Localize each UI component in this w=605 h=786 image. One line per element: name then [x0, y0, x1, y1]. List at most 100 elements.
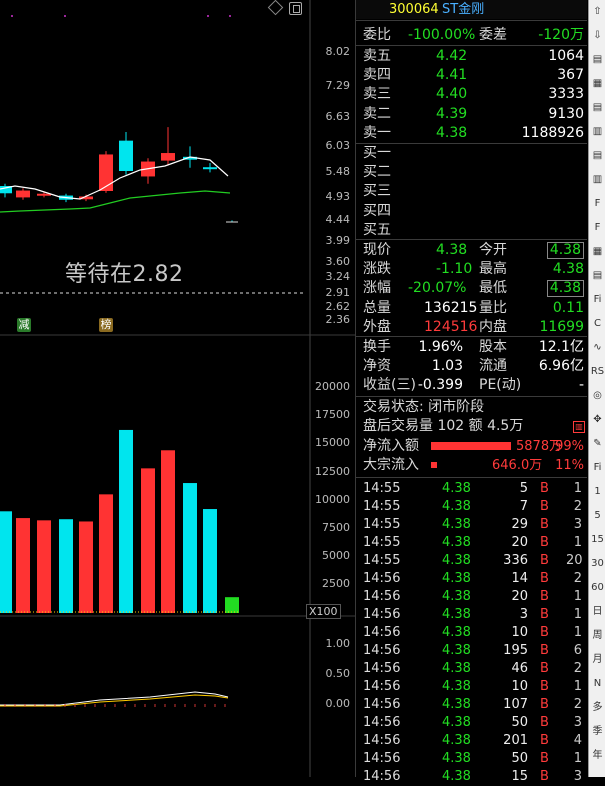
tick-row[interactable]: 14:56 4.38 15 B 3 — [356, 768, 587, 786]
toolbar-button[interactable]: ▥ — [590, 124, 605, 140]
toolbar-button[interactable]: ▤ — [590, 52, 605, 68]
ask-label: 卖二 — [363, 105, 391, 122]
tick-row[interactable]: 14:55 4.38 336 B 20 — [356, 552, 587, 570]
toolbar-button[interactable]: 多 — [590, 700, 605, 716]
tick-volume: 336 — [503, 553, 528, 568]
toolbar-button[interactable]: ◎ — [590, 388, 605, 404]
tick-row[interactable]: 14:56 4.38 10 B 1 — [356, 624, 587, 642]
toolbar-button[interactable]: C — [590, 316, 605, 332]
tick-count: 3 — [573, 715, 582, 730]
divider — [356, 477, 587, 478]
marker-dot — [11, 15, 13, 17]
tick-row[interactable]: 14:55 4.38 29 B 3 — [356, 516, 587, 534]
price-axis-label: 2.36 — [325, 313, 351, 326]
bid-row[interactable]: 买五 — [356, 221, 587, 240]
ask-volume: 9130 — [548, 105, 584, 122]
tick-volume: 10 — [511, 625, 528, 640]
volume-bar — [99, 494, 113, 613]
volume-bar — [141, 468, 155, 613]
tick-side: B — [540, 553, 549, 568]
tick-row[interactable]: 14:55 4.38 5 B 1 — [356, 480, 587, 498]
toolbar-button[interactable]: 5 — [590, 508, 605, 524]
tick-row[interactable]: 14:56 4.38 46 B 2 — [356, 660, 587, 678]
volume-axis-label: 7500 — [322, 521, 350, 534]
tag-rank[interactable]: 榜 — [99, 318, 113, 332]
toolbar-button[interactable]: 季 — [590, 724, 605, 740]
block-inflow-value: 646.0万 — [492, 458, 543, 473]
tick-row[interactable]: 14:56 4.38 3 B 1 — [356, 606, 587, 624]
ask-row[interactable]: 卖五 4.42 1064 — [356, 47, 587, 66]
volume-bar — [183, 483, 197, 613]
tick-time: 14:55 — [363, 499, 401, 514]
tick-row[interactable]: 14:56 4.38 50 B 3 — [356, 714, 587, 732]
volume-axis-label: 20000 — [315, 380, 350, 393]
toolbar-button[interactable]: ▤ — [590, 100, 605, 116]
tick-volume: 201 — [503, 733, 528, 748]
toolbar-button[interactable]: F — [590, 196, 605, 212]
ask-row[interactable]: 卖四 4.41 367 — [356, 66, 587, 85]
toolbar-button[interactable]: ✥ — [590, 412, 605, 428]
tick-row[interactable]: 14:56 4.38 201 B 4 — [356, 732, 587, 750]
tick-row[interactable]: 14:55 4.38 7 B 2 — [356, 498, 587, 516]
toolbar-button[interactable]: ✎ — [590, 436, 605, 452]
toolbar-button[interactable]: ▤ — [590, 148, 605, 164]
tick-time: 14:56 — [363, 643, 401, 658]
ask-row[interactable]: 卖三 4.40 3333 — [356, 85, 587, 104]
tick-side: B — [540, 733, 549, 748]
fundamental-label: PE(动) — [479, 377, 522, 394]
tick-row[interactable]: 14:56 4.38 10 B 1 — [356, 678, 587, 696]
toolbar-button[interactable]: ⇩ — [590, 28, 605, 44]
bid-row[interactable]: 买二 — [356, 163, 587, 182]
toolbar-button[interactable]: ▤ — [590, 268, 605, 284]
tick-price: 4.38 — [442, 697, 471, 712]
chart-panel[interactable]: 等待在2.82 减 榜 X100 8.02 7.29 6.63 6.03 5.48 4.9… — [0, 0, 355, 777]
tick-side: B — [540, 535, 549, 550]
stock-header[interactable]: 300064 ST金刚 — [356, 0, 587, 19]
fundamental-value: 1.96% — [418, 339, 463, 355]
bid-label: 买二 — [363, 164, 391, 181]
restore-window-icon[interactable] — [289, 2, 302, 15]
price-axis-label: 3.99 — [325, 234, 351, 247]
tick-row[interactable]: 14:55 4.38 20 B 1 — [356, 534, 587, 552]
tick-row[interactable]: 14:56 4.38 107 B 2 — [356, 696, 587, 714]
volume-bar — [0, 511, 12, 613]
tick-row[interactable]: 14:56 4.38 50 B 1 — [356, 750, 587, 768]
tick-count: 1 — [573, 535, 582, 550]
tick-row[interactable]: 14:56 4.38 20 B 1 — [356, 588, 587, 606]
toolbar-button[interactable]: RS — [590, 364, 605, 380]
toolbar-button[interactable]: ▦ — [590, 76, 605, 92]
toolbar-button[interactable]: 年 — [590, 748, 605, 764]
tick-count: 1 — [573, 679, 582, 694]
toolbar-button[interactable]: 周 — [590, 628, 605, 644]
tick-time: 14:55 — [363, 553, 401, 568]
toolbar-button[interactable]: N — [590, 676, 605, 692]
chart-icon[interactable]: ▥ — [573, 421, 585, 433]
toolbar-button[interactable]: 30 — [590, 556, 605, 572]
bid-row[interactable]: 买三 — [356, 182, 587, 201]
toolbar-button[interactable]: ⇧ — [590, 4, 605, 20]
stat-label: 内盘 — [479, 318, 507, 335]
fundamental-value: 12.1亿 — [538, 339, 584, 355]
bid-row[interactable]: 买一 — [356, 144, 587, 163]
tick-row[interactable]: 14:56 4.38 195 B 6 — [356, 642, 587, 660]
toolbar-button[interactable]: 月 — [590, 652, 605, 668]
fundamental-value: - — [578, 377, 584, 394]
toolbar-button[interactable]: 1 — [590, 484, 605, 500]
tag-reduce[interactable]: 减 — [17, 318, 31, 332]
toolbar-button[interactable]: 日 — [590, 604, 605, 620]
toolbar-button[interactable]: ∿ — [590, 340, 605, 356]
toolbar-button[interactable]: ▥ — [590, 172, 605, 188]
ask-price: 4.38 — [436, 124, 468, 141]
ask-row[interactable]: 卖一 4.38 1188926 — [356, 124, 587, 143]
toolbar-button[interactable]: Fi — [590, 460, 605, 476]
toolbar-button[interactable]: 60 — [590, 580, 605, 596]
tick-row[interactable]: 14:56 4.38 14 B 2 — [356, 570, 587, 588]
toolbar-button[interactable]: ▦ — [590, 244, 605, 260]
toolbar-button[interactable]: Fi — [590, 292, 605, 308]
ask-row[interactable]: 卖二 4.39 9130 — [356, 105, 587, 124]
toolbar-button[interactable]: F — [590, 220, 605, 236]
tick-price: 4.38 — [442, 589, 471, 604]
tick-volume: 107 — [503, 697, 528, 712]
bid-row[interactable]: 买四 — [356, 202, 587, 221]
toolbar-button[interactable]: 15 — [590, 532, 605, 548]
